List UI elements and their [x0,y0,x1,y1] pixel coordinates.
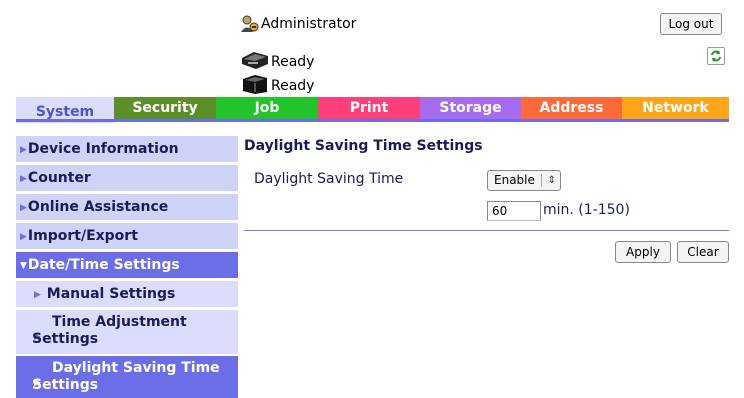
arrow-right-icon: ▶ [34,290,41,300]
printer-status: Ready [240,50,314,70]
apply-button[interactable]: Apply [615,241,671,263]
scanner-status: Ready [240,74,314,94]
tab-address[interactable]: Address [521,97,622,119]
logout-button[interactable]: Log out [660,13,722,35]
sidebar-item-import-export[interactable]: ▶Import/Export [16,223,238,249]
scanner-icon [240,74,270,94]
tab-job[interactable]: Job [216,97,318,119]
arrow-right-icon: ▶ [20,203,27,213]
main-tabs: System Security Job Print Storage Addres… [16,97,729,123]
scanner-status-text: Ready [271,78,315,94]
minutes-input[interactable]: 60 [487,201,541,221]
divider [244,230,729,231]
arrow-right-icon: ▶ [20,174,27,184]
clear-button[interactable]: Clear [677,241,729,263]
dst-label: Daylight Saving Time [254,171,404,187]
dst-select[interactable]: Enable ⇕ [487,170,561,191]
tab-print[interactable]: Print [318,97,420,119]
sidebar-item-date-time-settings[interactable]: ▼Date/Time Settings [16,252,238,278]
arrow-right-icon: ▶ [20,145,27,155]
sidebar-item-online-assistance[interactable]: ▶Online Assistance [16,194,238,220]
printer-status-text: Ready [271,54,315,70]
sidebar-item-daylight-saving-time-settings[interactable]: ▶ Daylight Saving Time Settings [16,356,238,398]
tab-underline [16,119,729,122]
tab-security[interactable]: Security [114,97,216,119]
select-separator [541,174,542,187]
sidebar-item-device-information[interactable]: ▶Device Information [16,136,238,162]
printer-icon [240,50,270,70]
page-title: Daylight Saving Time Settings [244,138,483,154]
sidebar-item-manual-settings[interactable]: ▶ Manual Settings [16,281,238,307]
minutes-unit: min. (1-150) [543,202,630,218]
tab-network[interactable]: Network [622,97,729,119]
admin-username: Administrator [261,16,357,32]
arrow-right-icon: ▶ [20,232,27,242]
updown-caret-icon: ⇕ [547,175,556,186]
admin-user: Administrator [240,14,356,34]
sidebar-item-counter[interactable]: ▶Counter [16,165,238,191]
sidebar-item-time-adjustment-settings[interactable]: ▶ Time Adjustment Settings [16,310,238,354]
arrow-down-icon: ▼ [20,261,27,271]
refresh-icon[interactable] [707,47,725,65]
dst-select-value: Enable [494,173,535,187]
administrator-icon [240,14,260,34]
tab-storage[interactable]: Storage [420,97,521,119]
